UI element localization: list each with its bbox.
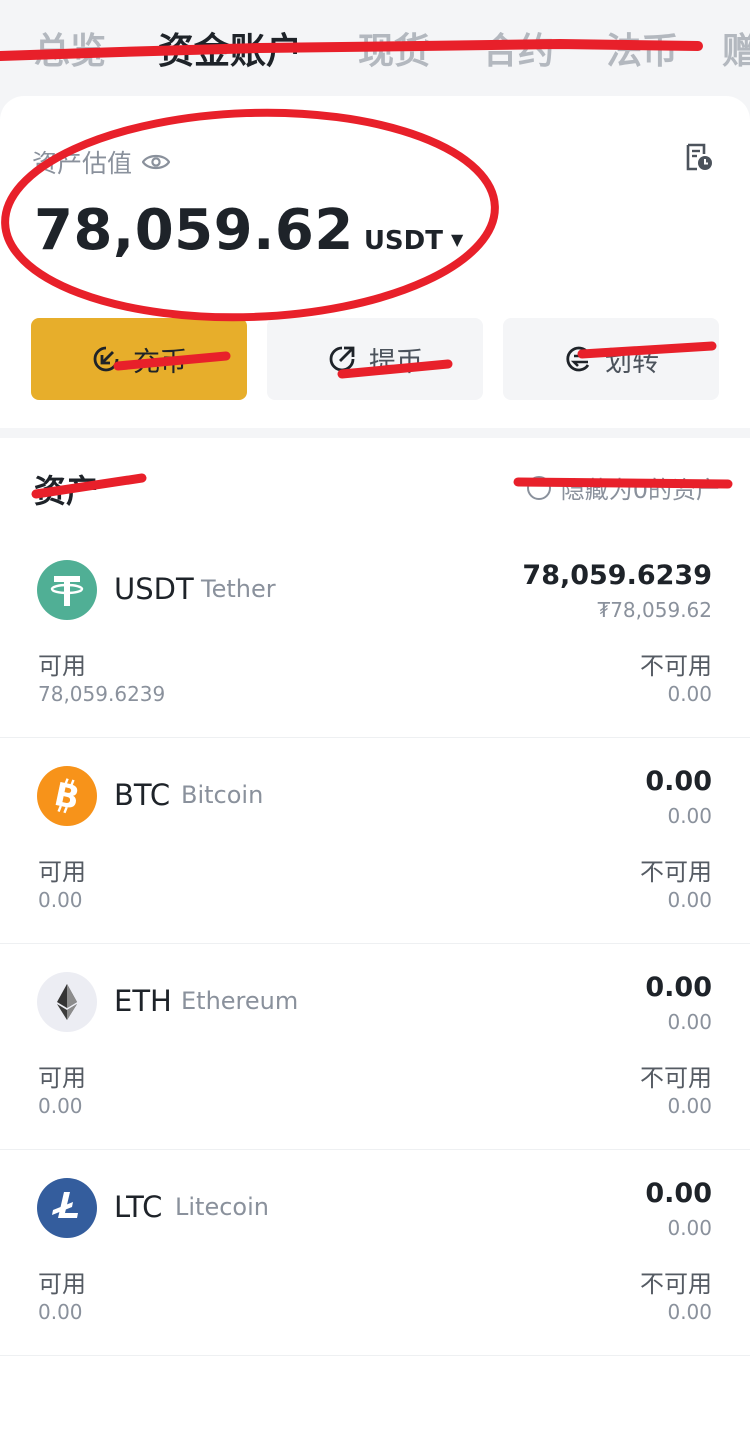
- asset-fiat-value: ₮78,059.62: [597, 598, 712, 622]
- asset-name: Tether: [201, 575, 276, 603]
- radio-icon[interactable]: [526, 475, 551, 500]
- tab-funding-account[interactable]: 资金账户: [158, 22, 302, 74]
- unavailable-value: 0.00: [667, 1094, 712, 1118]
- asset-total: 0.00: [645, 972, 712, 1003]
- tab-spot[interactable]: 现货: [358, 22, 430, 74]
- tab-fiat[interactable]: 法币: [606, 22, 678, 74]
- unavailable-value: 0.00: [667, 888, 712, 912]
- withdraw-label: 提币: [369, 346, 423, 378]
- litecoin-icon: [37, 1178, 97, 1238]
- hide-zero-label: 隐藏为0的资产: [560, 476, 720, 504]
- unavailable-label: 不可用: [640, 652, 712, 680]
- transfer-icon: [566, 346, 592, 372]
- unavailable-label: 不可用: [640, 1270, 712, 1298]
- tab-futures[interactable]: 合约: [482, 22, 554, 74]
- eye-icon[interactable]: [142, 152, 171, 172]
- available-value: 0.00: [38, 888, 83, 912]
- tab-bonus[interactable]: 赠: [722, 22, 750, 74]
- unavailable-value: 0.00: [667, 682, 712, 706]
- available-value: 0.00: [38, 1094, 83, 1118]
- withdraw-icon: [329, 346, 355, 372]
- asset-fiat-value: 0.00: [667, 1010, 712, 1034]
- asset-row-btc[interactable]: B BTC Bitcoin 0.00 0.00 可用 0.00 不可用 0.00: [0, 738, 750, 944]
- asset-name: Litecoin: [175, 1193, 269, 1221]
- account-tabs: 总览 资金账户 现货 合约 法币 赠: [0, 0, 750, 96]
- asset-row-eth[interactable]: ETH Ethereum 0.00 0.00 可用 0.00 不可用 0.00: [0, 944, 750, 1150]
- deposit-button[interactable]: 充币: [31, 318, 247, 400]
- unavailable-label: 不可用: [640, 1064, 712, 1092]
- asset-name: Ethereum: [181, 987, 299, 1015]
- withdraw-button[interactable]: 提币: [267, 318, 483, 400]
- asset-row-usdt[interactable]: USDT Tether 78,059.6239 ₮78,059.62 可用 78…: [0, 532, 750, 738]
- unavailable-label: 不可用: [640, 858, 712, 886]
- hide-zero-toggle[interactable]: 隐藏为0的资产: [526, 470, 720, 505]
- available-label: 可用: [38, 1270, 86, 1298]
- deposit-label: 充币: [133, 346, 187, 378]
- deposit-icon: [93, 346, 119, 372]
- asset-symbol: ETH: [114, 984, 172, 1018]
- transfer-button[interactable]: 划转: [503, 318, 719, 400]
- estimated-value-label: 资产估值: [32, 149, 133, 178]
- estimated-value-row: 资产估值: [32, 144, 171, 180]
- bitcoin-icon: B: [37, 766, 97, 826]
- asset-total: 0.00: [645, 766, 712, 797]
- balance-currency[interactable]: USDT: [364, 226, 443, 256]
- available-label: 可用: [38, 858, 86, 886]
- assets-title: 资产: [34, 472, 99, 510]
- available-label: 可用: [38, 652, 86, 680]
- balance-card: 资产估值 78,059.62 USDT ▼ 充币 提币 划转: [0, 96, 750, 428]
- balance-amount: 78,059.62: [34, 198, 354, 263]
- tether-icon: [37, 560, 97, 620]
- asset-total: 78,059.6239: [522, 560, 712, 591]
- asset-symbol: USDT: [114, 572, 194, 606]
- total-balance: 78,059.62 USDT ▼: [34, 198, 463, 263]
- asset-fiat-value: 0.00: [667, 1216, 712, 1240]
- asset-symbol: LTC: [114, 1190, 163, 1224]
- assets-section: 资产 隐藏为0的资产 USDT Tether 78,059.6239 ₮78,0…: [0, 438, 750, 1439]
- available-value: 0.00: [38, 1300, 83, 1324]
- asset-total: 0.00: [645, 1178, 712, 1209]
- ethereum-icon: [37, 972, 97, 1032]
- unavailable-value: 0.00: [667, 1300, 712, 1324]
- available-value: 78,059.6239: [38, 682, 166, 706]
- available-label: 可用: [38, 1064, 86, 1092]
- asset-name: Bitcoin: [181, 781, 264, 809]
- transfer-label: 划转: [605, 346, 659, 378]
- currency-caret-icon[interactable]: ▼: [451, 230, 463, 249]
- history-icon[interactable]: [684, 142, 714, 172]
- asset-row-ltc[interactable]: LTC Litecoin 0.00 0.00 可用 0.00 不可用 0.00: [0, 1150, 750, 1356]
- asset-fiat-value: 0.00: [667, 804, 712, 828]
- asset-symbol: BTC: [114, 778, 171, 812]
- tab-overview[interactable]: 总览: [34, 22, 106, 74]
